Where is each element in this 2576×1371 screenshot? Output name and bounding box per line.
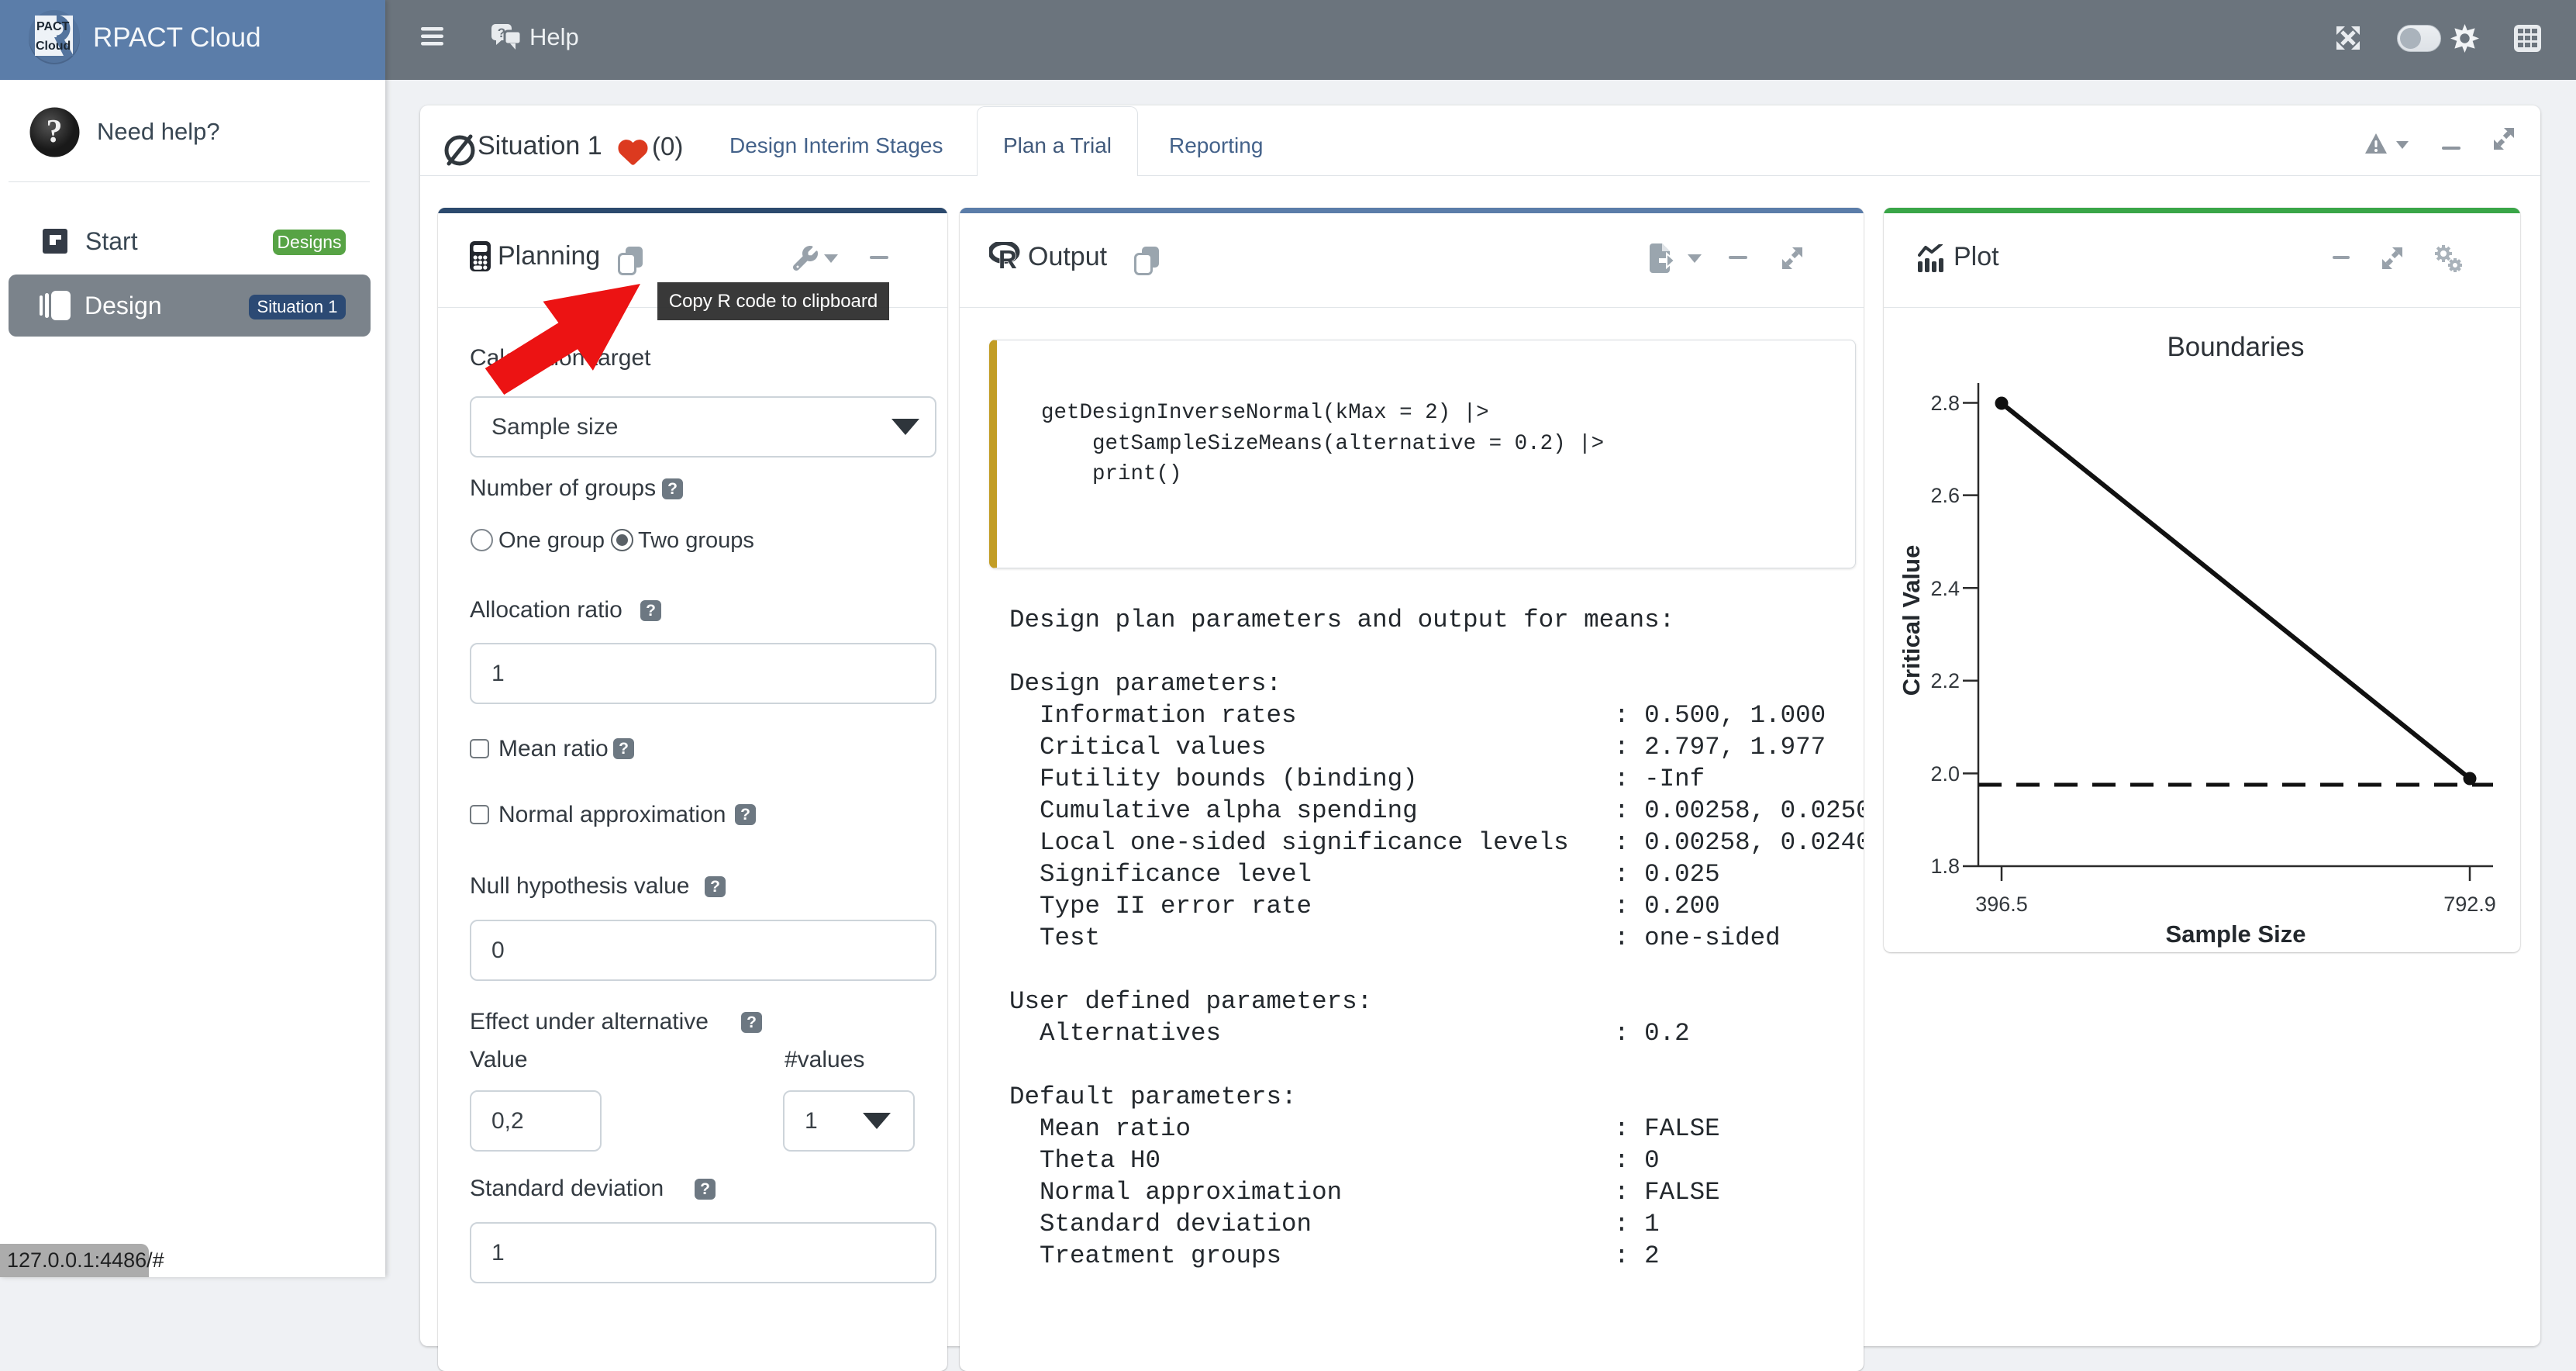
svg-text:2.2: 2.2 [1930, 669, 1960, 692]
svg-text:2.4: 2.4 [1930, 577, 1960, 600]
svg-text:?: ? [47, 114, 63, 150]
svg-text:Critical Value: Critical Value [1898, 545, 1925, 696]
svg-text:2.8: 2.8 [1930, 392, 1960, 415]
svg-text:R: R [998, 245, 1017, 273]
svg-text:1.8: 1.8 [1930, 855, 1960, 878]
svg-text:792.9: 792.9 [2443, 893, 2496, 916]
svg-text:2.0: 2.0 [1930, 762, 1960, 786]
svg-text:396.5: 396.5 [1975, 893, 2028, 916]
svg-text:Boundaries: Boundaries [2167, 332, 2304, 362]
svg-text:PACT: PACT [36, 20, 70, 33]
svg-text:2.6: 2.6 [1930, 484, 1960, 507]
svg-text:Cloud: Cloud [36, 40, 71, 53]
svg-text:Sample Size: Sample Size [2166, 920, 2306, 948]
